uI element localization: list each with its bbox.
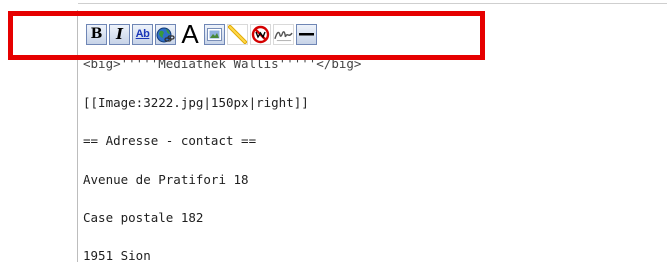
editor-line-2: [[Image:3222.jpg|150px|right]]	[83, 95, 309, 110]
editor-line-5: Case postale 182	[83, 210, 204, 225]
editor-line-4: Avenue de Pratifori 18	[83, 172, 249, 187]
highlight-box	[8, 11, 485, 60]
editor-line-3: == Adresse - contact ==	[83, 133, 257, 148]
editor-line-6: 1951 Sion	[83, 248, 151, 263]
top-divider	[78, 3, 667, 4]
